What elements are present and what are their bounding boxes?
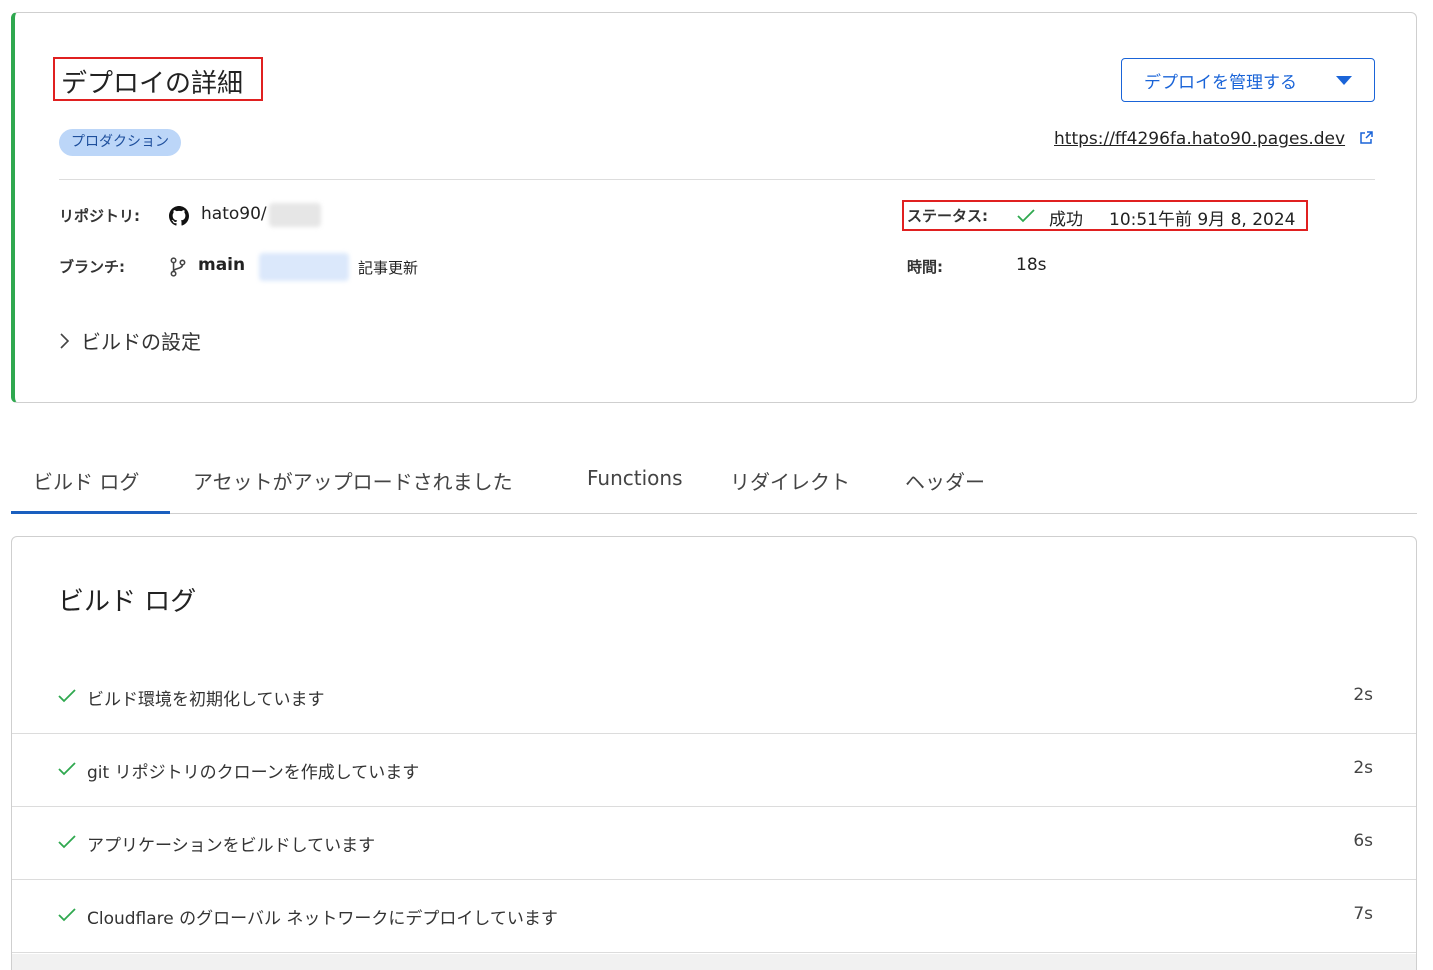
log-step-duration: 6s <box>1353 831 1373 851</box>
active-tab-indicator <box>11 511 170 514</box>
log-step-duration: 7s <box>1353 904 1373 924</box>
tab-redirects[interactable]: リダイレクト <box>730 466 850 495</box>
log-step-text: git リポジトリのクローンを作成しています <box>87 763 420 783</box>
log-step-row[interactable]: Cloudflare のグローバル ネットワークにデプロイしています 7s <box>12 880 1416 953</box>
chevron-right-icon <box>60 332 70 349</box>
github-icon <box>169 206 189 226</box>
manage-deploy-label: デプロイを管理する <box>1144 72 1297 93</box>
status-value: 成功 <box>1049 210 1083 230</box>
tab-uploaded-assets[interactable]: アセットがアップロードされました <box>193 466 513 495</box>
log-step-row[interactable]: git リポジトリのクローンを作成しています 2s <box>12 734 1416 807</box>
tab-build-log[interactable]: ビルド ログ <box>33 466 139 495</box>
environment-badge: プロダクション <box>59 129 181 156</box>
check-icon <box>58 835 76 849</box>
caret-down-icon <box>1336 76 1352 85</box>
redacted-repository-name <box>269 203 321 227</box>
duration-value: 18s <box>1016 255 1047 275</box>
check-icon <box>58 908 76 922</box>
build-settings-label: ビルドの設定 <box>81 330 201 354</box>
redacted-commit-hash <box>259 253 349 281</box>
divider <box>59 179 1375 180</box>
build-log-title: ビルド ログ <box>58 587 197 617</box>
log-step-text: アプリケーションをビルドしています <box>87 836 376 856</box>
git-branch-icon <box>170 257 186 277</box>
log-footer <box>12 954 1416 970</box>
log-step-row[interactable]: アプリケーションをビルドしています 6s <box>12 807 1416 880</box>
page-title: デプロイの詳細 <box>61 69 244 99</box>
branch-value: main <box>198 255 246 275</box>
tab-bar: ビルド ログ アセットがアップロードされました Functions リダイレクト… <box>11 444 1417 514</box>
log-step-row[interactable]: ビルド環境を初期化しています 2s <box>12 661 1416 734</box>
check-icon <box>1017 209 1035 223</box>
external-link-icon[interactable] <box>1359 131 1373 145</box>
build-settings-toggle[interactable]: ビルドの設定 <box>59 326 201 355</box>
check-icon <box>58 762 76 776</box>
status-time: 10:51午前 9月 8, 2024 <box>1109 210 1296 230</box>
tab-functions[interactable]: Functions <box>587 466 683 490</box>
repository-link[interactable]: hato90/ <box>201 204 267 224</box>
duration-label: 時間: <box>907 258 943 276</box>
log-step-duration: 2s <box>1353 685 1373 705</box>
build-log-card: ビルド ログ ビルド環境を初期化しています 2s git リポジトリのクローンを… <box>11 536 1417 970</box>
tab-headers[interactable]: ヘッダー <box>905 466 985 495</box>
log-step-text: ビルド環境を初期化しています <box>87 690 325 710</box>
status-label: ステータス: <box>907 207 988 225</box>
log-step-text: Cloudflare のグローバル ネットワークにデプロイしています <box>87 909 558 929</box>
check-icon <box>58 689 76 703</box>
log-step-duration: 2s <box>1353 758 1373 778</box>
branch-label: ブランチ: <box>59 258 125 276</box>
manage-deploy-button[interactable]: デプロイを管理する <box>1121 58 1375 102</box>
deploy-url-link[interactable]: https://ff4296fa.hato90.pages.dev <box>1054 129 1345 149</box>
deploy-details-card: デプロイの詳細 デプロイを管理する プロダクション https://ff4296… <box>11 12 1417 403</box>
commit-message: 記事更新 <box>358 259 419 277</box>
repository-label: リポジトリ: <box>59 207 140 225</box>
